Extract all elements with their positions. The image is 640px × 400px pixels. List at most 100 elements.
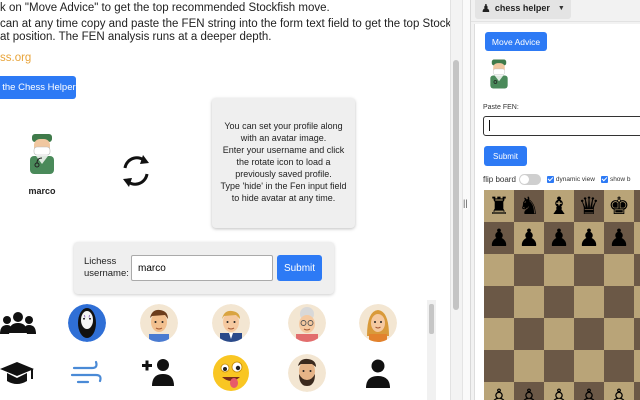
board-square[interactable]	[544, 254, 574, 286]
board-square[interactable]: ♝	[634, 190, 640, 222]
board-square[interactable]: ♟	[484, 222, 514, 254]
chess-piece[interactable]: ♞	[518, 194, 540, 218]
board-square[interactable]	[634, 318, 640, 350]
bearded-man-avatar[interactable]	[288, 354, 326, 392]
board-square[interactable]: ♚	[604, 190, 634, 222]
board-square[interactable]	[484, 254, 514, 286]
board-square[interactable]: ♙	[604, 382, 634, 400]
board-square[interactable]: ♙	[484, 382, 514, 400]
chess-piece[interactable]: ♙	[488, 386, 510, 400]
rotate-icon[interactable]	[118, 150, 154, 192]
board-square[interactable]	[634, 286, 640, 318]
board-square[interactable]: ♟	[604, 222, 634, 254]
board-square[interactable]	[604, 254, 634, 286]
fen-input[interactable]	[483, 116, 640, 136]
dynamic-view-label: dynamic view	[555, 175, 595, 183]
board-square[interactable]	[574, 286, 604, 318]
panel-header: ♟ chess helper ▼	[471, 0, 640, 22]
board-square[interactable]	[484, 350, 514, 382]
fen-submit-button[interactable]: Submit	[484, 146, 527, 166]
board-square[interactable]: ♛	[574, 190, 604, 222]
board-square[interactable]	[634, 254, 640, 286]
chess-helper-panel: ♟ chess helper ▼ Move Advice Paste FEN:	[470, 0, 640, 400]
wind-icon[interactable]	[68, 356, 104, 392]
board-square[interactable]	[634, 350, 640, 382]
board-square[interactable]: ♙	[514, 382, 544, 400]
board-square[interactable]	[514, 350, 544, 382]
board-square[interactable]	[514, 254, 544, 286]
chess-piece[interactable]: ♜	[488, 194, 510, 218]
person-icon[interactable]	[360, 356, 396, 392]
flip-board-toggle[interactable]	[518, 173, 541, 185]
add-user-icon[interactable]	[140, 354, 176, 390]
silly-face-avatar[interactable]	[212, 354, 250, 392]
board-square[interactable]: ♟	[514, 222, 544, 254]
board-square[interactable]: ♙	[544, 382, 574, 400]
board-square[interactable]	[544, 286, 574, 318]
board-square[interactable]	[574, 254, 604, 286]
profile-avatar	[24, 134, 60, 174]
board-square[interactable]	[484, 318, 514, 350]
lichess-submit-button[interactable]: Submit	[277, 255, 322, 281]
chess-piece[interactable]: ♟	[488, 226, 510, 250]
group-icon[interactable]	[0, 306, 36, 342]
profile-name: marco	[28, 186, 56, 196]
board-square[interactable]	[514, 318, 544, 350]
board-options: flip board dynamic view show b	[483, 172, 631, 186]
board-square[interactable]	[574, 350, 604, 382]
show-label: show b	[609, 175, 631, 183]
move-advice-button[interactable]: Move Advice	[485, 32, 547, 51]
businessman-avatar[interactable]	[212, 304, 250, 342]
chess-piece[interactable]: ♟	[518, 226, 540, 250]
open-chess-helper-button[interactable]: n the Chess Helper	[0, 76, 76, 99]
graduation-cap-icon[interactable]	[0, 356, 36, 392]
chess-piece[interactable]: ♙	[578, 386, 600, 400]
site-link[interactable]: ss.org	[0, 52, 31, 64]
resize-grip-icon[interactable]: ||	[463, 198, 468, 208]
chess-piece[interactable]: ♙	[518, 386, 540, 400]
chess-pawn-icon: ♟	[481, 1, 491, 15]
board-square[interactable]: ♟	[544, 222, 574, 254]
board-square[interactable]	[544, 318, 574, 350]
chess-piece[interactable]: ♟	[578, 226, 600, 250]
chess-piece[interactable]: ♙	[548, 386, 570, 400]
board-square[interactable]: ♟	[634, 222, 640, 254]
grandma-avatar[interactable]	[288, 304, 326, 342]
chevron-down-icon: ▼	[557, 4, 565, 12]
lichess-username-input[interactable]	[131, 255, 273, 281]
chess-piece[interactable]: ♙	[608, 386, 630, 400]
chess-piece[interactable]: ♝	[548, 194, 570, 218]
board-square[interactable]	[604, 318, 634, 350]
board-square[interactable]: ♙	[634, 382, 640, 400]
no-face-avatar[interactable]	[68, 304, 106, 342]
board-square[interactable]	[574, 318, 604, 350]
chess-piece[interactable]: ♟	[608, 226, 630, 250]
chess-piece[interactable]: ♟	[548, 226, 570, 250]
dynamic-view-checkbox[interactable]	[546, 175, 554, 183]
chess-board[interactable]: ♜♞♝♛♚♝♞♟♟♟♟♟♟♟♙♙♙♙♙♙♙	[484, 190, 640, 400]
board-square[interactable]	[544, 350, 574, 382]
text-caret	[489, 120, 490, 131]
board-square[interactable]	[604, 350, 634, 382]
flip-board-label: flip board	[483, 174, 516, 184]
board-square[interactable]: ♞	[514, 190, 544, 222]
show-checkbox[interactable]	[600, 175, 608, 183]
extension-selector[interactable]: ♟ chess helper ▼	[475, 0, 571, 19]
board-square[interactable]	[514, 286, 544, 318]
board-square[interactable]: ♙	[574, 382, 604, 400]
man-avatar[interactable]	[140, 304, 178, 342]
board-square[interactable]: ♜	[484, 190, 514, 222]
chess-piece[interactable]: ♛	[578, 194, 600, 218]
avatar-grid-scroll-thumb[interactable]	[429, 304, 434, 334]
fen-label: Paste FEN:	[483, 104, 519, 111]
board-square[interactable]: ♟	[574, 222, 604, 254]
lichess-username-label: Lichess username:	[84, 256, 129, 279]
board-square[interactable]	[604, 286, 634, 318]
board-square[interactable]: ♝	[544, 190, 574, 222]
page-scroll-thumb[interactable]	[453, 60, 459, 310]
instruction-line-3: at position. The FEN analysis runs at a …	[0, 31, 272, 43]
woman-avatar[interactable]	[359, 304, 397, 342]
chess-piece[interactable]: ♚	[608, 194, 630, 218]
board-square[interactable]	[484, 286, 514, 318]
instruction-line-1: k on "Move Advice" to get the top recomm…	[0, 2, 330, 14]
